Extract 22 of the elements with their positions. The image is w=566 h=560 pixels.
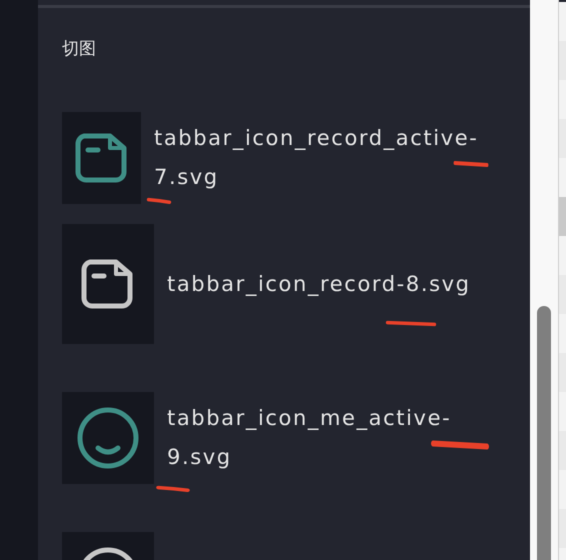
list-row[interactable] [559, 119, 566, 158]
list-row[interactable] [559, 2, 566, 41]
asset-thumbnail[interactable] [62, 224, 154, 344]
list-row[interactable] [559, 431, 566, 470]
list-row[interactable] [559, 41, 566, 80]
list-row[interactable] [559, 275, 566, 314]
file-name: tabbar_icon_record_active-7.svg [154, 125, 480, 191]
list-row[interactable] [559, 392, 566, 431]
list-row[interactable] [559, 314, 566, 353]
list-row[interactable] [559, 353, 566, 392]
file-name: tabbar_icon_me_active-9.svg [167, 405, 452, 471]
asset-thumbnail[interactable] [62, 392, 154, 484]
asset-thumbnail[interactable] [62, 112, 141, 204]
file-name: tabbar_icon_record-8.svg [167, 270, 472, 298]
list-row[interactable] [559, 470, 566, 509]
list-row[interactable] [559, 197, 566, 236]
list-row[interactable] [559, 158, 566, 197]
scrollbar-thumb[interactable] [537, 306, 551, 560]
list-row[interactable] [559, 509, 566, 548]
section-title: 切图 [62, 38, 96, 60]
list-row[interactable] [559, 80, 566, 119]
list-row[interactable] [559, 236, 566, 275]
